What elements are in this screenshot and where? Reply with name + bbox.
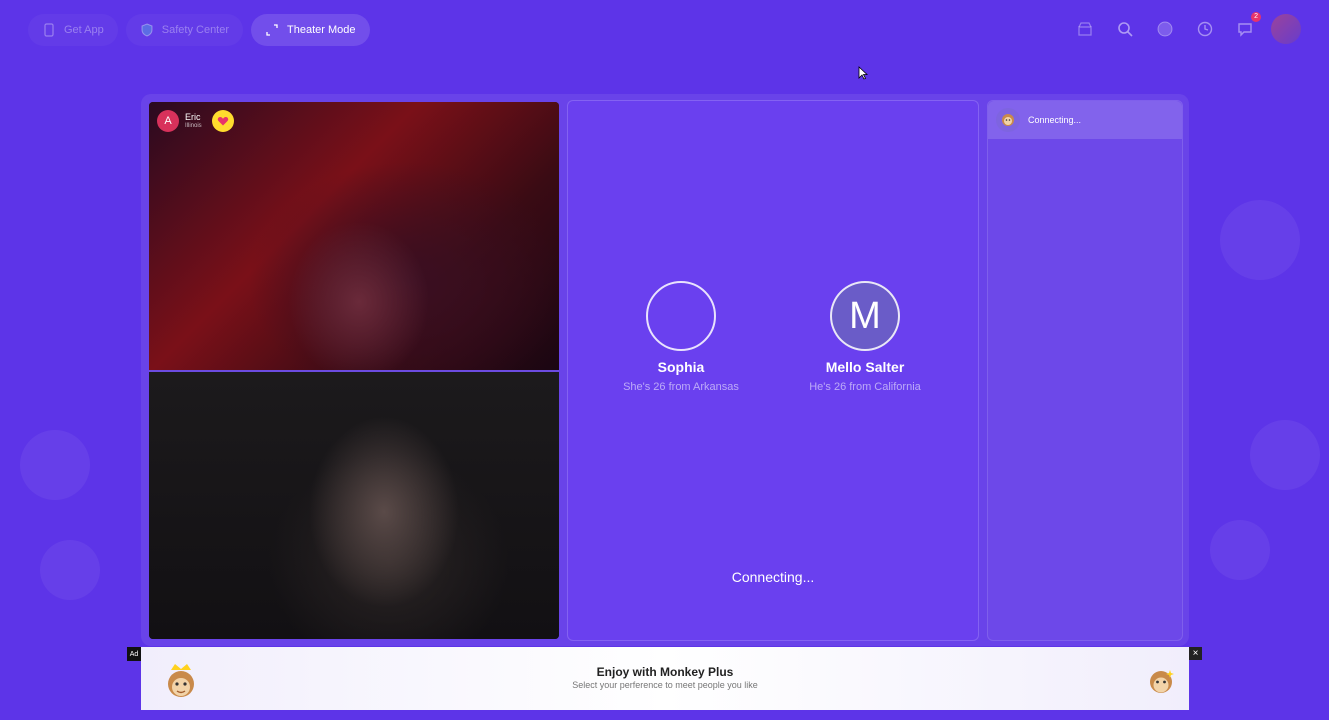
ad-subtitle: Select your perference to meet people yo… xyxy=(572,680,758,690)
get-app-button[interactable]: Get App xyxy=(28,14,118,46)
history-button[interactable] xyxy=(1191,15,1219,43)
mouse-cursor-icon xyxy=(858,66,868,80)
user-info: Eric Illinois xyxy=(185,112,202,130)
monkey-icon xyxy=(1002,114,1014,126)
side-connecting-row[interactable]: Connecting... xyxy=(988,101,1182,139)
theater-mode-button[interactable]: Theater Mode xyxy=(251,14,370,46)
expand-icon xyxy=(266,24,278,36)
user-tag[interactable]: A Eric Illinois xyxy=(157,110,234,132)
background-blob xyxy=(1220,200,1300,280)
profile-avatar[interactable] xyxy=(1271,14,1301,44)
heart-icon xyxy=(217,117,228,126)
monkey-avatar xyxy=(996,108,1020,132)
user-avatar: A xyxy=(157,110,179,132)
ad-label: Ad xyxy=(127,647,141,661)
notification-badge: 2 xyxy=(1251,12,1261,22)
background-blob xyxy=(20,430,90,500)
background-blob xyxy=(1210,520,1270,580)
background-blob xyxy=(40,540,100,600)
phone-icon xyxy=(44,23,54,37)
messages-button[interactable]: 2 xyxy=(1231,12,1261,43)
match-profile-left: Sophia She's 26 from Arkansas xyxy=(581,281,781,393)
monkey-icon xyxy=(1150,670,1174,693)
search-icon xyxy=(1118,22,1133,37)
background-blob xyxy=(1250,420,1320,490)
ad-banner[interactable]: Enjoy with Monkey Plus Select your perfe… xyxy=(141,647,1189,710)
user-name: Eric xyxy=(185,112,201,122)
video-panel: A Eric Illinois xyxy=(149,102,559,639)
shield-icon xyxy=(141,23,153,37)
clock-icon xyxy=(1197,21,1213,37)
search-button[interactable] xyxy=(1111,15,1139,43)
profile-name-left: Sophia xyxy=(657,359,705,375)
chat-container: A Eric Illinois Sophia She's 26 from Ark… xyxy=(141,94,1189,646)
get-app-label: Get App xyxy=(64,24,104,36)
match-profile-right: M Mello Salter He's 26 from California xyxy=(765,281,965,393)
profile-avatar-right: M xyxy=(830,281,900,351)
profile-desc-right: He's 26 from California xyxy=(809,381,921,393)
match-panel: Sophia She's 26 from Arkansas M Mello Sa… xyxy=(567,100,979,641)
safety-center-button[interactable]: Safety Center xyxy=(125,14,244,46)
profile-desc-left: She's 26 from Arkansas xyxy=(623,381,739,393)
profile-name-right: Mello Salter xyxy=(825,359,905,375)
user-location: Illinois xyxy=(185,123,202,129)
safety-center-label: Safety Center xyxy=(161,24,230,36)
chat-icon xyxy=(1238,23,1252,37)
theater-mode-label: Theater Mode xyxy=(287,24,356,36)
globe-icon xyxy=(1157,21,1173,37)
profile-avatar-left xyxy=(646,281,716,351)
local-video xyxy=(149,372,559,639)
top-left-nav: Get App Safety Center Theater Mode xyxy=(28,14,370,46)
remote-video xyxy=(149,102,559,370)
connecting-status: Connecting... xyxy=(731,569,815,585)
top-right-nav: 2 xyxy=(1071,12,1301,44)
shop-button[interactable] xyxy=(1071,15,1099,43)
side-row-text: Connecting... xyxy=(1028,115,1082,125)
shop-icon xyxy=(1078,22,1092,36)
like-button[interactable] xyxy=(211,110,234,132)
side-panel: Connecting... xyxy=(987,100,1183,641)
ad-title: Enjoy with Monkey Plus xyxy=(596,665,734,679)
ad-close-button[interactable]: × xyxy=(1189,647,1202,660)
explore-button[interactable] xyxy=(1151,15,1179,43)
